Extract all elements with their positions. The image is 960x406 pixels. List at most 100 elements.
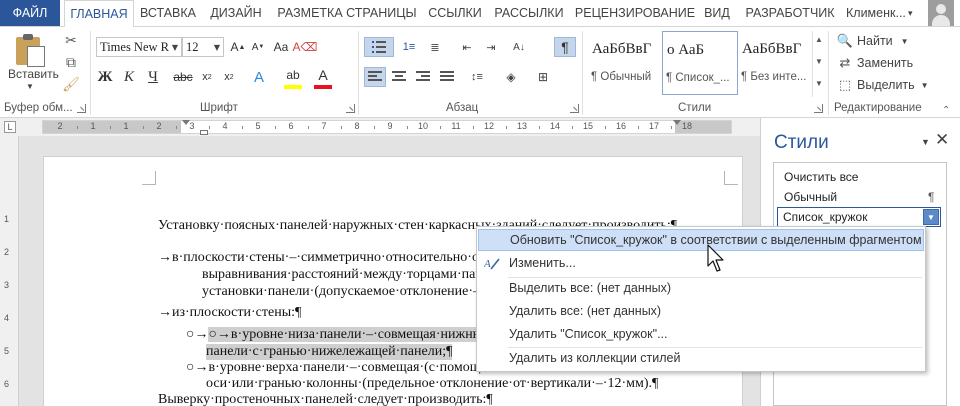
user-menu-caret-icon[interactable]: ▾ [908, 0, 913, 26]
borders-icon[interactable]: ⊞ [532, 67, 554, 87]
tab-view[interactable]: ВИД [700, 0, 734, 26]
avatar[interactable] [928, 0, 954, 26]
doc-paragraph[interactable]: →из·плоскости·стены:¶ [158, 305, 301, 321]
font-family-value: Times New R [100, 39, 169, 54]
select-dropdown-icon[interactable]: ▼ [921, 81, 929, 90]
styles-gallery-scroll[interactable]: ▲ ▼ ▼ [812, 31, 826, 97]
increase-indent-icon[interactable]: ⇥ [480, 37, 502, 57]
doc-paragraph-selected[interactable]: ○→○→в·уровне·низа·панели·–·совмещая·нижн… [186, 327, 513, 343]
menu-item-delete-style[interactable]: Удалить "Список_кружок"... [478, 323, 924, 345]
first-line-indent-icon[interactable] [182, 120, 190, 125]
style-tile-list-circle[interactable]: о АаБ ¶ Список_... [662, 31, 738, 95]
italic-button[interactable]: К [120, 67, 138, 87]
ruler-tick [307, 126, 309, 129]
strikethrough-button[interactable]: abc [173, 67, 192, 87]
font-color-icon[interactable]: A [314, 65, 332, 85]
gallery-down-icon[interactable]: ▼ [815, 57, 823, 66]
align-right-icon[interactable] [412, 67, 434, 87]
decrease-indent-icon[interactable]: ⇤ [456, 37, 478, 57]
clear-formatting-icon[interactable]: A⌫ [293, 37, 318, 57]
gallery-up-icon[interactable]: ▲ [815, 35, 823, 44]
format-painter-icon[interactable]: 🖌 [62, 75, 80, 93]
doc-paragraph[interactable]: Выверку·простеночных·панелей·следует·про… [158, 392, 493, 406]
find-button[interactable]: 🔍 Найти ▼ [836, 31, 909, 51]
tab-file[interactable]: ФАЙЛ [0, 0, 60, 26]
paste-button-label[interactable]: Вставить [8, 67, 59, 81]
tab-review[interactable]: РЕЦЕНЗИРОВАНИЕ [570, 0, 700, 26]
paste-dropdown-icon[interactable]: ▼ [26, 82, 34, 91]
right-indent-icon[interactable] [673, 120, 681, 125]
style-tile-normal[interactable]: АаБбВвГ ¶ Обычный [588, 31, 664, 95]
style-sample: о АаБ [667, 42, 705, 58]
style-tile-no-spacing[interactable]: АаБбВвГ ¶ Без инте... [738, 31, 814, 95]
line-spacing-icon[interactable]: ↕≡ [466, 67, 488, 87]
collapse-ribbon-icon[interactable]: ⌃ [942, 105, 950, 116]
selected-text[interactable]: панели·с·гранью·нижележащей·панели;¶ [206, 344, 453, 360]
show-formatting-marks-button[interactable]: ¶ [554, 37, 576, 57]
grow-font-icon[interactable]: A ▲ [230, 37, 246, 57]
underline-button[interactable]: Ч [144, 67, 162, 87]
paste-icon[interactable] [12, 33, 48, 67]
select-button[interactable]: ⬚ Выделить ▼ [836, 75, 929, 95]
styles-launcher-icon[interactable] [814, 104, 823, 113]
font-size-combo[interactable]: 12 ▼ [182, 37, 224, 57]
tab-references[interactable]: ССЫЛКИ [422, 0, 488, 26]
close-icon[interactable]: ✕ [935, 130, 949, 150]
copy-icon[interactable]: ⧉ [62, 53, 80, 71]
align-center-icon[interactable] [388, 67, 410, 87]
menu-item-remove-from-gallery[interactable]: Удалить из коллекции стилей [478, 347, 924, 369]
menu-item-update-style[interactable]: Обновить "Список_кружок" в соответствии … [478, 229, 924, 251]
highlight-icon[interactable]: ab [284, 65, 302, 85]
hanging-indent-icon[interactable] [200, 130, 208, 135]
subscript-button[interactable]: x2 [198, 67, 216, 87]
font-size-dropdown-icon[interactable]: ▼ [211, 38, 223, 56]
bullets-button[interactable] [364, 37, 394, 57]
tab-selector-icon[interactable]: L [4, 121, 16, 133]
shading-icon[interactable]: ◈ [500, 67, 522, 87]
selected-text[interactable]: ○→в·уровне·низа·панели·–·совмещая·нижнюю… [208, 327, 513, 342]
gallery-more-icon[interactable]: ▼ [815, 79, 823, 88]
doc-paragraph[interactable]: →в·плоскости·стены·–·симметрично·относит… [158, 250, 486, 266]
doc-paragraph[interactable]: оси·или·гранью·колонны·(предельное·откло… [206, 376, 658, 392]
tab-developer[interactable]: РАЗРАБОТЧИК [740, 0, 840, 26]
text-effects-icon[interactable]: A [250, 67, 268, 87]
style-dropdown-icon[interactable]: ▼ [923, 209, 939, 225]
menu-item-select-all[interactable]: Выделить все: (нет данных) [478, 277, 924, 299]
align-left-button[interactable] [364, 67, 386, 87]
style-item-clear-all[interactable]: Очистить все [784, 170, 858, 184]
font-launcher-icon[interactable] [346, 104, 355, 113]
style-item-normal[interactable]: Обычный [784, 190, 837, 204]
superscript-button[interactable]: x2 [220, 67, 238, 87]
tab-mailings[interactable]: РАССЫЛКИ [490, 0, 568, 26]
replace-button[interactable]: ⇄ Заменить [836, 53, 914, 73]
sort-icon[interactable]: A↓ [508, 37, 530, 57]
tab-page-layout[interactable]: РАЗМЕТКА СТРАНИЦЫ [274, 0, 420, 26]
tab-home[interactable]: ГЛАВНАЯ [64, 0, 134, 27]
style-item-list-circle[interactable]: Список_кружок ▼ [777, 207, 941, 227]
pane-options-icon[interactable]: ▼ [921, 137, 930, 147]
ruler-tick [373, 126, 375, 129]
user-name[interactable]: Клименк... [846, 0, 906, 26]
font-family-dropdown-icon[interactable]: ▼ [169, 38, 181, 56]
menu-item-modify[interactable]: A Изменить... [478, 252, 924, 274]
ruler-number: 9 [387, 121, 393, 131]
change-case-icon[interactable]: Aa [272, 37, 290, 57]
shrink-font-icon[interactable]: A ▼ [250, 37, 266, 57]
doc-paragraph[interactable]: ○→в·уровне·верха·панели·–·совмещая·(с·по… [186, 360, 497, 376]
doc-paragraph[interactable]: установки·панели·(допускаемое·отклонение… [202, 284, 512, 300]
bold-button[interactable]: Ж [96, 67, 114, 87]
doc-paragraph[interactable]: выравнивания·расстояний·между·торцами·па… [202, 267, 504, 283]
cut-icon[interactable]: ✂ [62, 31, 80, 49]
clipboard-launcher-icon[interactable] [77, 104, 86, 113]
numbering-icon[interactable]: 1≡ [398, 37, 420, 57]
paragraph-launcher-icon[interactable] [570, 104, 579, 113]
find-dropdown-icon[interactable]: ▼ [901, 37, 909, 46]
horizontal-ruler[interactable]: 2 1 1 2 3 4 5 6 7 8 9 10 11 12 13 14 15 16 17 18 [42, 120, 732, 135]
ruler-number: 1 [90, 121, 96, 131]
tab-insert[interactable]: ВСТАВКА [136, 0, 200, 26]
tab-design[interactable]: ДИЗАЙН [202, 0, 270, 26]
justify-icon[interactable] [436, 67, 458, 87]
font-family-combo[interactable]: Times New R ▼ [96, 37, 182, 57]
menu-item-remove-all[interactable]: Удалить все: (нет данных) [478, 300, 924, 322]
multilevel-list-icon[interactable]: ≣ [424, 37, 446, 57]
